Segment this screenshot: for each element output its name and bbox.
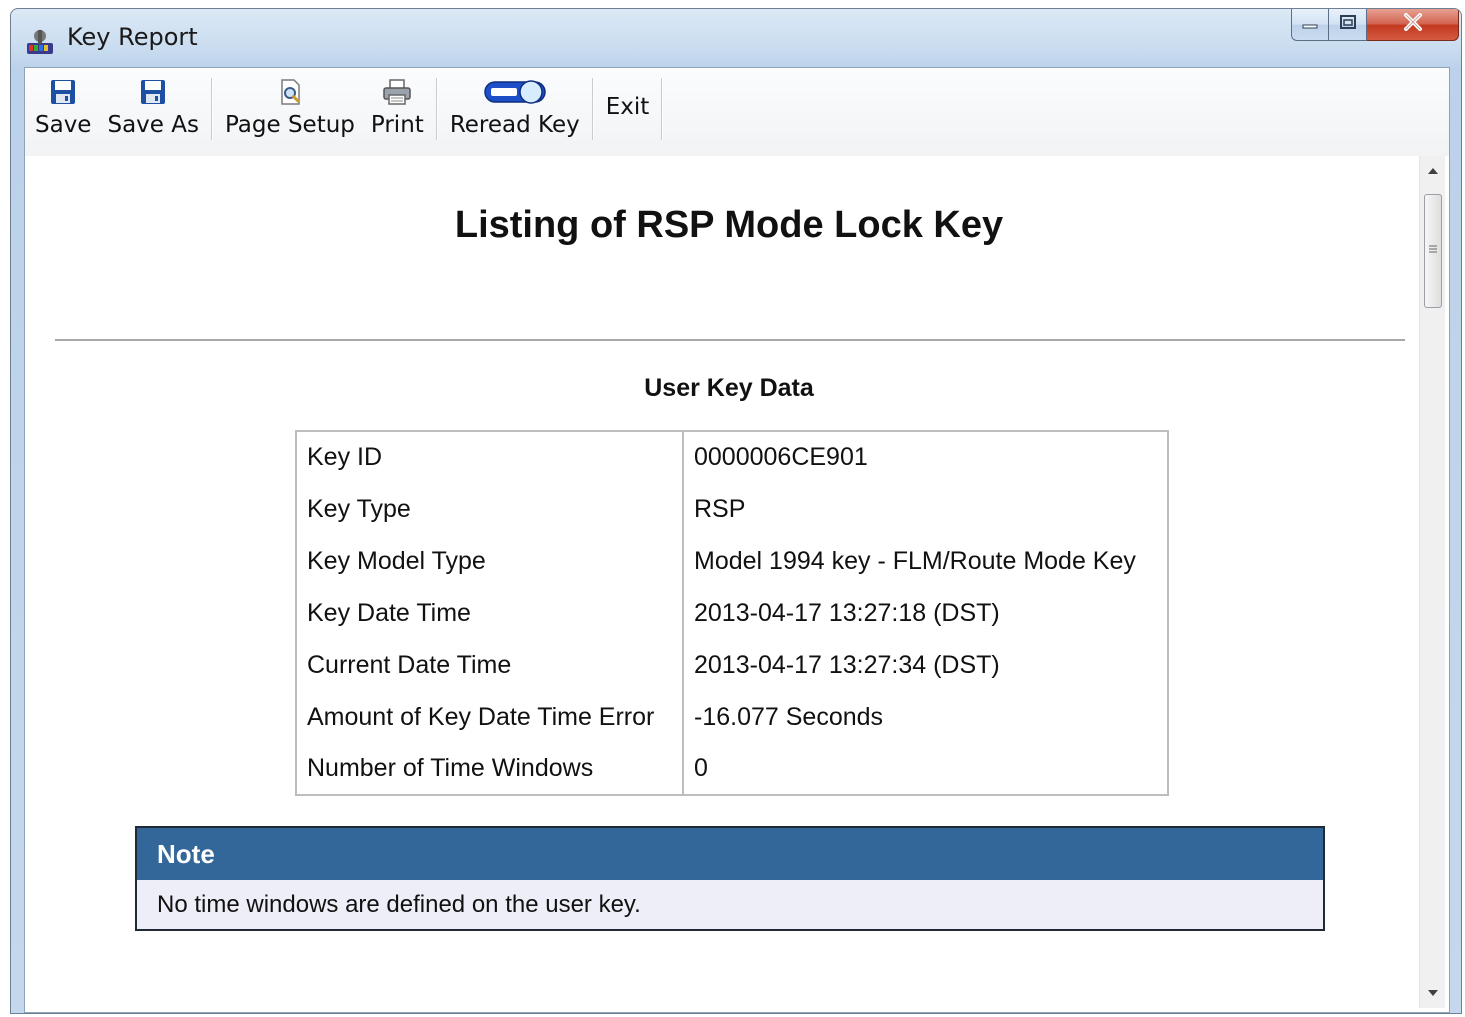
floppy-disk-icon	[139, 76, 167, 108]
vertical-scrollbar[interactable]	[1419, 156, 1445, 1008]
row-value: Model 1994 key - FLM/Route Mode Key	[694, 546, 1136, 575]
save-button[interactable]: Save	[27, 76, 99, 148]
grip-icon	[1428, 242, 1438, 260]
minimize-button[interactable]	[1291, 9, 1329, 41]
row-value: 0	[694, 754, 708, 782]
page-setup-button[interactable]: Page Setup	[217, 76, 363, 148]
row-value: 2013-04-17 13:27:34 (DST)	[694, 650, 1000, 679]
title-bar[interactable]: Key Report	[11, 9, 1461, 67]
row-label: Key Type	[296, 483, 684, 535]
row-value: 2013-04-17 13:27:18 (DST)	[694, 598, 1000, 627]
table-row: Current Date Time 2013-04-17 13:27:34 (D…	[296, 639, 1168, 691]
row-label: Key Date Time	[296, 587, 684, 639]
key-toggle-icon	[483, 76, 547, 108]
reread-key-label: Reread Key	[449, 112, 580, 138]
print-label: Print	[370, 112, 424, 138]
row-value: 0000006CE901	[694, 443, 868, 471]
table-row: Key ID 0000006CE901	[296, 431, 1168, 483]
key-report-window: Key Report Save Save As Page Setup Print…	[10, 8, 1462, 1014]
toolbar-separator	[435, 78, 438, 140]
maximize-icon	[1339, 14, 1357, 35]
table-row: Key Date Time 2013-04-17 13:27:18 (DST)	[296, 587, 1168, 639]
toolbar-separator	[210, 78, 213, 140]
scroll-down-button[interactable]	[1420, 980, 1445, 1006]
reread-key-button[interactable]: Reread Key	[442, 76, 588, 148]
report-title: Listing of RSP Mode Lock Key	[454, 204, 1004, 246]
exit-label: Exit	[605, 94, 650, 120]
row-value: RSP	[694, 494, 746, 523]
row-label: Number of Time Windows	[296, 743, 684, 795]
row-label: Amount of Key Date Time Error	[296, 691, 684, 743]
section-title: User Key Data	[644, 374, 814, 402]
row-label: Key ID	[296, 431, 684, 483]
table-row: Key Type RSP	[296, 483, 1168, 535]
note-heading: Note	[137, 828, 1323, 880]
save-as-label: Save As	[107, 112, 199, 138]
row-label: Current Date Time	[296, 639, 684, 691]
printer-icon	[381, 76, 413, 108]
toolbar: Save Save As Page Setup Print Reread Key…	[25, 68, 1449, 156]
table-row: Key Model Type Model 1994 key - FLM/Rout…	[296, 535, 1168, 587]
floppy-disk-icon	[49, 76, 77, 108]
arrow-down-icon	[1427, 984, 1439, 1002]
toolbar-separator	[591, 78, 594, 140]
window-title: Key Report	[67, 23, 198, 51]
table-row: Number of Time Windows 0	[296, 743, 1168, 795]
save-label: Save	[35, 112, 92, 138]
report-view: Listing of RSP Mode Lock Key User Key Da…	[31, 156, 1445, 1008]
app-icon	[25, 27, 55, 57]
minimize-icon	[1302, 16, 1318, 34]
scroll-up-button[interactable]	[1420, 158, 1445, 184]
client-area: Save Save As Page Setup Print Reread Key…	[24, 67, 1450, 1013]
note-box: Note No time windows are defined on the …	[135, 826, 1325, 931]
close-button[interactable]	[1367, 9, 1459, 41]
arrow-up-icon	[1427, 162, 1439, 180]
row-label: Key Model Type	[296, 535, 684, 587]
user-key-data-table: Key ID 0000006CE901 Key Type RSP Key Mod…	[295, 430, 1169, 796]
print-button[interactable]: Print	[363, 76, 432, 148]
scrollbar-thumb[interactable]	[1424, 194, 1442, 308]
save-as-button[interactable]: Save As	[99, 76, 206, 148]
window-controls	[1291, 9, 1459, 45]
table-row: Amount of Key Date Time Error -16.077 Se…	[296, 691, 1168, 743]
close-icon	[1403, 13, 1423, 36]
title-divider	[55, 339, 1405, 341]
note-text: No time windows are defined on the user …	[157, 891, 641, 918]
exit-button[interactable]: Exit	[598, 76, 658, 148]
page-setup-label: Page Setup	[224, 112, 355, 138]
toolbar-separator	[661, 78, 664, 140]
maximize-button[interactable]	[1329, 9, 1367, 41]
row-value: -16.077 Seconds	[694, 702, 884, 731]
page-magnifier-icon	[276, 76, 304, 108]
